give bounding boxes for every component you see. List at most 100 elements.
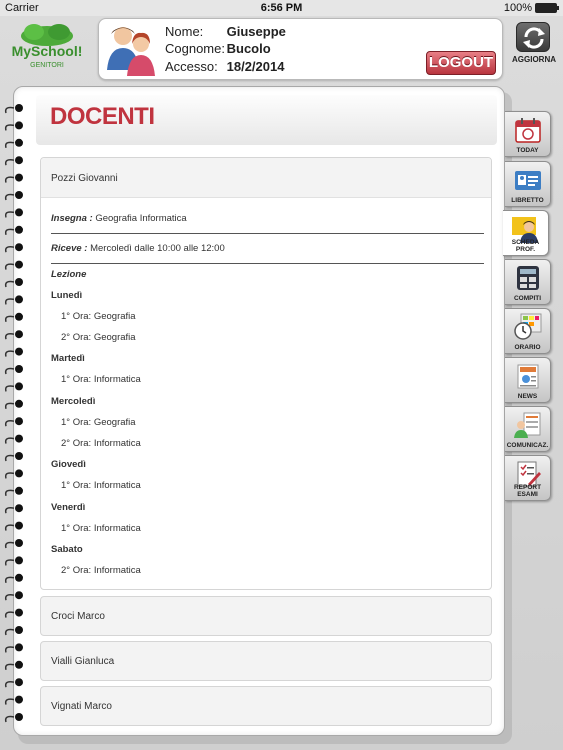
spiral-ring-icon <box>4 434 23 444</box>
clock-icon <box>514 313 542 340</box>
refresh-label: AGGIORNA <box>512 55 556 64</box>
spiral-ring-icon <box>4 556 23 566</box>
teacher-card[interactable]: Vignati Marco <box>40 686 492 726</box>
teacher-header[interactable]: Pozzi Giovanni <box>41 158 491 198</box>
schedule-hour: 1° Ora: Informatica <box>61 480 141 491</box>
battery-percent: 100% <box>503 2 532 14</box>
tab-label: SCHEDA PROF. <box>511 239 540 253</box>
svg-text:GENITORI: GENITORI <box>30 62 64 69</box>
spiral-ring-icon <box>4 121 23 131</box>
schedule-hour: 1° Ora: Geografia <box>61 311 136 322</box>
spiral-ring-icon <box>4 208 23 218</box>
tab-report-esami[interactable]: REPORT ESAMI <box>505 455 551 501</box>
spiral-ring-icon <box>4 156 23 166</box>
tab-comunicaz[interactable]: COMUNICAZ. <box>505 406 551 452</box>
logout-button[interactable]: LOGOUT <box>426 51 496 75</box>
id-card-icon <box>515 171 541 190</box>
tab-label: NEWS <box>517 393 538 400</box>
tab-compiti[interactable]: COMPITI <box>505 259 551 305</box>
schedule-day: Lunedì <box>51 290 83 301</box>
divider <box>51 263 484 264</box>
spiral-ring-icon <box>4 521 23 531</box>
spiral-ring-icon <box>4 365 23 375</box>
parents-avatar-icon <box>103 22 159 78</box>
app-logo: MySchool! GENITORI <box>9 22 85 72</box>
battery: 100% <box>503 2 559 14</box>
communication-icon <box>514 412 541 438</box>
riceve-row: Riceve : Mercoledì dalle 10:00 alle 12:0… <box>51 243 225 254</box>
spiral-rings <box>4 104 23 723</box>
spiral-ring-icon <box>4 608 23 618</box>
spiral-ring-icon <box>4 347 23 357</box>
teacher-name: Croci Marco <box>51 611 105 622</box>
spiral-ring-icon <box>4 104 23 114</box>
spiral-ring-icon <box>4 312 23 323</box>
spiral-ring-icon <box>4 504 23 514</box>
nome-label: Nome: <box>165 24 204 39</box>
teacher-name: Pozzi Giovanni <box>51 173 118 184</box>
tab-label: ORARIO <box>514 344 541 351</box>
schedule-hour: 1° Ora: Informatica <box>61 374 141 385</box>
nome-value: Giuseppe <box>226 24 286 39</box>
tab-today[interactable]: TODAY <box>505 111 551 157</box>
battery-icon <box>535 3 559 13</box>
schedule-hour: 1° Ora: Geografia <box>61 417 136 428</box>
spiral-ring-icon <box>4 173 23 183</box>
spiral-ring-icon <box>4 678 23 688</box>
teacher-card[interactable]: Croci Marco <box>40 596 492 636</box>
lezione-heading: Lezione <box>51 269 86 280</box>
spiral-ring-icon <box>4 138 23 149</box>
spiral-ring-icon <box>4 330 23 340</box>
schedule-hour: 2° Ora: Informatica <box>61 565 141 576</box>
tab-news[interactable]: NEWS <box>505 357 551 403</box>
schedule-day: Sabato <box>51 544 83 555</box>
user-nome-row: Nome: Giuseppe <box>165 24 286 39</box>
spiral-ring-icon <box>4 591 23 601</box>
user-accesso-row: Accesso: 18/2/2014 <box>165 59 284 74</box>
spiral-ring-icon <box>4 643 23 653</box>
schedule-hour: 1° Ora: Informatica <box>61 523 141 534</box>
status-time: 6:56 PM <box>260 2 303 14</box>
spiral-ring-icon <box>4 191 23 201</box>
tab-label: REPORT ESAMI <box>513 484 542 498</box>
spiral-ring-icon <box>4 278 23 288</box>
user-cognome-row: Cognome: Bucolo <box>165 41 271 56</box>
insegna-value: Geografia Informatica <box>95 213 187 224</box>
status-bar: Carrier 6:56 PM 100% <box>0 0 563 16</box>
svg-text:MySchool!: MySchool! <box>12 43 83 59</box>
spiral-ring-icon <box>4 660 23 671</box>
spiral-ring-icon <box>4 295 23 305</box>
riceve-value: Mercoledì dalle 10:00 alle 12:00 <box>90 243 225 254</box>
spiral-ring-icon <box>4 695 23 705</box>
spiral-ring-icon <box>4 243 23 253</box>
insegna-label: Insegna : <box>51 213 93 224</box>
riceve-label: Riceve : <box>51 243 88 254</box>
tab-scheda-prof[interactable]: SCHEDA PROF. <box>503 210 549 256</box>
teacher-card[interactable]: Vialli Gianluca <box>40 641 492 681</box>
tab-label: LIBRETTO <box>511 197 544 204</box>
tab-orario[interactable]: ORARIO <box>505 308 551 354</box>
spiral-ring-icon <box>4 469 23 479</box>
cognome-label: Cognome: <box>165 41 225 56</box>
schedule-day: Giovedì <box>51 459 86 470</box>
spiral-ring-icon <box>4 486 23 497</box>
tab-label: COMUNICAZ. <box>506 442 549 449</box>
schedule-day: Martedì <box>51 353 85 364</box>
spiral-ring-icon <box>4 417 23 427</box>
title-banner: DOCENTI <box>36 95 497 145</box>
schedule-hour: 2° Ora: Geografia <box>61 332 136 343</box>
spiral-ring-icon <box>4 713 23 723</box>
spiral-ring-icon <box>4 382 23 392</box>
tab-libretto[interactable]: LIBRETTO <box>505 161 551 207</box>
news-icon <box>517 364 539 389</box>
spiral-ring-icon <box>4 399 23 410</box>
page-title: DOCENTI <box>50 103 155 130</box>
tab-label: COMPITI <box>513 295 542 302</box>
cognome-value: Bucolo <box>226 41 271 56</box>
refresh-button[interactable] <box>516 22 550 52</box>
tab-label: TODAY <box>516 147 539 154</box>
calculator-icon <box>517 266 539 290</box>
refresh-icon <box>523 27 545 49</box>
teacher-card-expanded: Pozzi Giovanni Insegna : Geografia Infor… <box>40 157 492 590</box>
schedule-day: Mercoledì <box>51 396 96 407</box>
